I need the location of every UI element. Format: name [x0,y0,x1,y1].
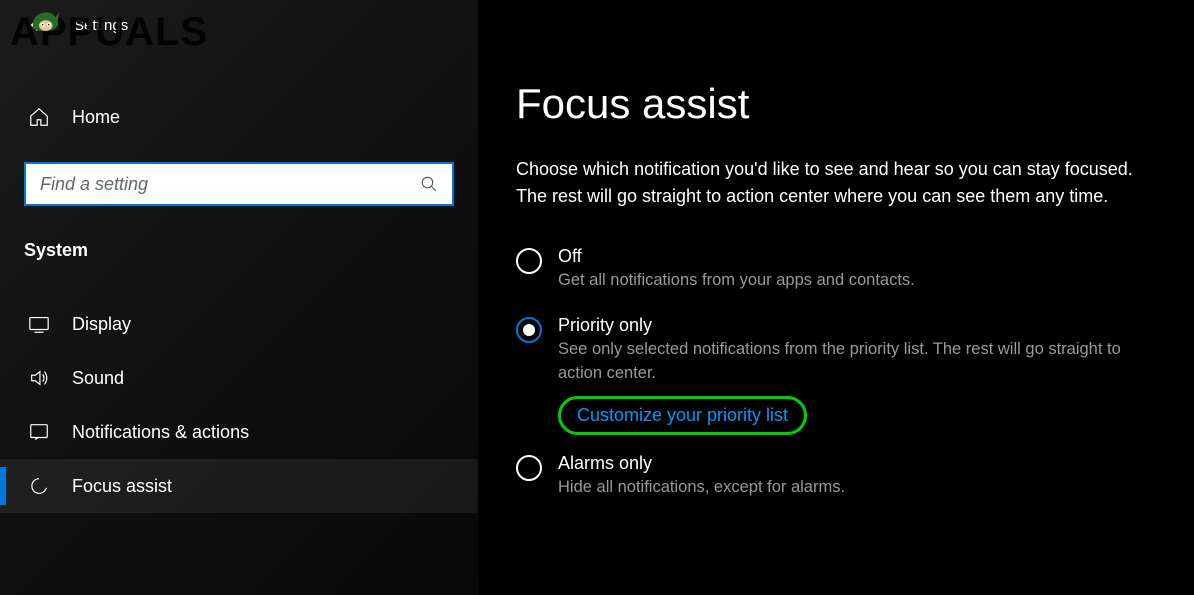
display-icon [28,313,50,335]
nav-home[interactable]: Home [0,94,478,140]
sidebar-item-focus-assist[interactable]: Focus assist [0,459,478,513]
focus-assist-icon [28,475,50,497]
sidebar-item-label: Focus assist [72,476,172,497]
main-content: Focus assist Choose which notification y… [478,0,1194,595]
notifications-icon [28,421,50,443]
radio-title: Alarms only [558,453,1164,474]
sidebar-item-label: Display [72,314,131,335]
nav-list: Display Sound Notifications & actions [0,297,478,513]
sound-icon [28,367,50,389]
sidebar: APPUALS Settings Home [0,0,478,595]
customize-priority-list-link[interactable]: Customize your priority list [577,405,788,425]
radio-desc: Get all notifications from your apps and… [558,269,1164,293]
radio-circle [516,248,542,274]
sidebar-item-display[interactable]: Display [0,297,478,351]
radio-option-alarms-only[interactable]: Alarms only Hide all notifications, exce… [516,453,1164,500]
radio-option-off[interactable]: Off Get all notifications from your apps… [516,246,1164,293]
radio-title: Off [558,246,1164,267]
radio-desc: Hide all notifications, except for alarm… [558,476,1164,500]
nav-home-label: Home [72,107,120,128]
page-title: Focus assist [516,80,1164,128]
sidebar-item-notifications[interactable]: Notifications & actions [0,405,478,459]
sidebar-item-sound[interactable]: Sound [0,351,478,405]
section-header-system: System [0,206,478,271]
radio-title: Priority only [558,315,1164,336]
watermark-hat-icon [28,6,68,36]
radio-circle [516,317,542,343]
radio-circle [516,455,542,481]
priority-link-highlight: Customize your priority list [558,396,807,435]
search-box[interactable] [24,162,454,206]
home-icon [28,106,50,128]
sidebar-item-label: Notifications & actions [72,422,249,443]
search-icon [420,175,438,193]
sidebar-item-label: Sound [72,368,124,389]
search-input[interactable] [40,174,420,195]
page-description: Choose which notification you'd like to … [516,156,1164,210]
radio-option-priority-only[interactable]: Priority only See only selected notifica… [516,315,1164,386]
radio-desc: See only selected notifications from the… [558,338,1164,386]
